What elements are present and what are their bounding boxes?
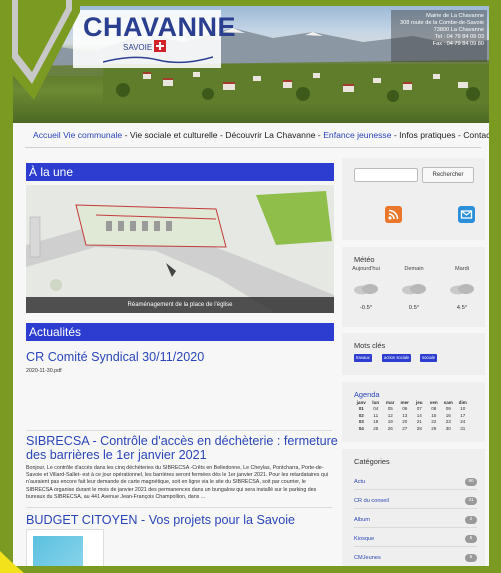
nav-separator: - [219,130,223,140]
category-divider [354,489,477,490]
nav-divider [25,147,481,148]
article-title[interactable]: SIBRECSA - Contrôle d'accès en déchèteri… [26,434,338,462]
calendar-day[interactable]: 26 [383,425,398,432]
page-frame: CHAVANNE SAVOIE Mairie de La Chavanne 30… [13,6,489,566]
meteo-temperature: 0.5° [408,305,420,311]
budget-thumbnail-image [33,536,83,566]
tag-link[interactable]: travaux [354,354,372,362]
agenda-title: Agenda [354,390,380,399]
category-item[interactable]: Kiosque 5 [354,534,477,544]
categories-title: Catégories [354,457,390,466]
meteo-day-label: Aujourd'hui [352,266,380,272]
article-title[interactable]: CR Comité Syndical 30/11/2020 [26,350,338,364]
corner-ribbon-icon [0,0,80,100]
category-count-badge: 5 [465,554,477,562]
tag-link[interactable]: action sociale [382,354,412,362]
nav-item-infos-pratiques[interactable]: Infos pratiques [399,130,455,140]
actualites-heading: Actualités [26,323,334,341]
search-input[interactable] [354,168,418,182]
category-count-badge: 31 [465,497,477,505]
search-button[interactable]: Rechercher [422,167,474,183]
nav-item-vie-communale[interactable]: Vie communale [63,130,122,140]
logo-swoosh-icon [103,56,213,64]
address-line: 308 route de la Combe-de-Savoie [400,20,484,26]
article-title[interactable]: BUDGET CITOYEN - Vos projets pour la Sav… [26,513,338,527]
category-label[interactable]: Kiosque [354,536,374,542]
nav-item-accueil[interactable]: Accueil [33,130,61,140]
nav-separator: - [393,130,397,140]
mairie-address: Mairie de La Chavanne 308 route de la Co… [391,10,487,62]
nav-separator: - [317,130,321,140]
category-label[interactable]: CR du conseil [354,498,389,504]
agenda-calendar: janv lun mar mer jeu ven sam dim 01 04 0… [354,399,470,432]
category-count-badge: 5 [465,535,477,543]
category-item[interactable]: Actu 90 [354,477,477,487]
category-divider [354,508,477,509]
nav-item-contact[interactable]: Contact [463,130,489,140]
tags-title: Mots clés [354,341,386,350]
article-divider [26,430,332,431]
cloud-icon [354,284,378,295]
a-la-une-heading: À la une [26,163,334,181]
address-line: Fax : 04 79 84 09 80 [432,41,484,47]
category-label[interactable]: Actu [354,479,365,485]
logo-title[interactable]: CHAVANNE [83,12,236,43]
main-navigation: Accueil Vie communale - Vie sociale et c… [13,127,489,143]
categories-widget: Catégories Actu 90 CR du conseil 31 Albu… [342,449,485,566]
meteo-day-label: Demain [404,266,424,272]
nav-item-vie-sociale[interactable]: Vie sociale et culturelle [130,130,218,140]
featured-slide[interactable]: Réaménagement de la place de l'église [26,185,334,313]
category-label[interactable]: Album [354,517,370,523]
category-divider [354,546,477,547]
address-line: Mairie de La Chavanne [426,13,484,19]
nav-separator: - [457,130,461,140]
calendar-week-number: 04 [358,425,364,431]
calendar-day[interactable]: 31 [456,425,471,432]
site-plan-image [26,185,334,313]
article-text: Bonjour, Le contrôle d'accès dans les ci… [26,465,328,500]
cloud-icon [402,284,426,295]
category-divider [354,527,477,528]
corner-accent-icon [0,551,24,573]
category-count-badge: 90 [465,478,477,486]
address-line: Tel : 04 79 84 09 03 [434,34,484,40]
logo-subtitle: SAVOIE [123,43,153,52]
article-thumbnail[interactable] [26,529,104,566]
meteo-temperature: 4.5° [456,305,468,311]
cloud-icon [450,284,474,295]
category-count-badge: 2 [465,516,477,524]
meteo-title: Météo [354,255,375,264]
agenda-widget: Agenda janv lun mar mer jeu ven sam dim … [342,382,485,442]
category-item[interactable]: CR du conseil 31 [354,496,477,506]
calendar-day[interactable]: 27 [398,425,413,432]
address-line: 73800 La Chavanne [433,27,484,33]
category-item[interactable]: Album 2 [354,515,477,525]
nav-item-enfance[interactable]: Enfance jeunesse [323,130,391,140]
category-label[interactable]: CMJeunes [354,555,381,561]
savoie-flag-icon [154,40,166,52]
tags-widget: Mots clés travaux action sociale sociale [342,333,485,375]
village-illustration [103,64,489,104]
tag-link[interactable]: sociale [420,354,438,362]
calendar-day[interactable]: 28 [412,425,427,432]
calendar-day[interactable]: 29 [427,425,442,432]
calendar-day[interactable]: 30 [441,425,456,432]
search-widget: Rechercher [342,158,485,240]
meteo-widget: Météo Aujourd'hui Demain Mardi -0.5° 0.5… [342,247,485,327]
category-item[interactable]: CMJeunes 5 [354,553,477,563]
meteo-day-label: Mardi [455,266,469,272]
mail-icon[interactable] [458,206,475,223]
slide-caption: Réaménagement de la place de l'église [26,297,334,313]
nav-item-decouvrir[interactable]: Découvrir La Chavanne [225,130,315,140]
header-banner: CHAVANNE SAVOIE Mairie de La Chavanne 30… [13,6,489,123]
article-text[interactable]: 2020-11-30.pdf [26,368,332,375]
calendar-day[interactable]: 25 [369,425,384,432]
rss-icon[interactable] [385,206,402,223]
meteo-temperature: -0.5° [359,305,373,311]
nav-separator: - [124,130,128,140]
article-divider [26,507,332,508]
